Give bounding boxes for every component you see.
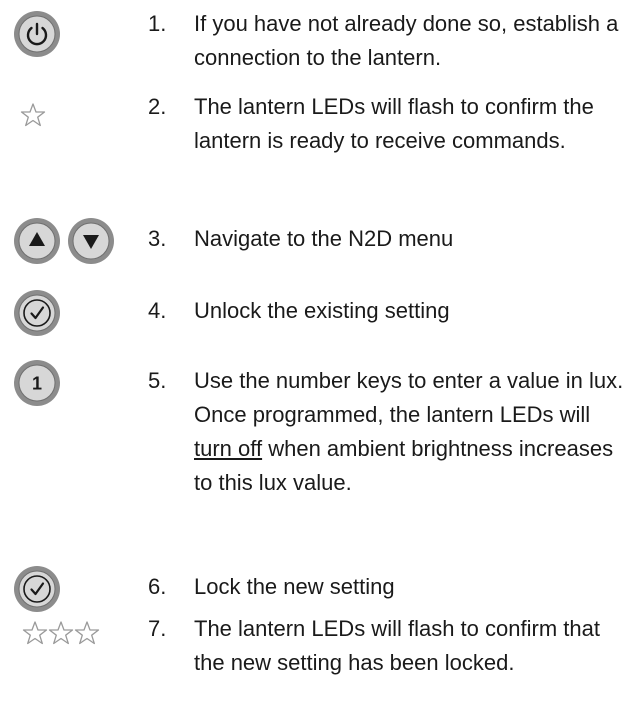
- single-star-icon: [20, 103, 46, 127]
- check-button-icon: [14, 566, 60, 612]
- key-label: 1: [32, 374, 42, 394]
- up-arrow-button-icon: [14, 218, 60, 264]
- step-text: Lock the new setting: [194, 574, 395, 599]
- step-number: 7.: [148, 616, 167, 641]
- step-text: If you have not already done so, establi…: [194, 11, 619, 70]
- step-7: 7. The lantern LEDs will flash to confir…: [0, 612, 640, 714]
- step-3: 3. Navigate to the N2D menu: [0, 218, 640, 264]
- power-button-icon: [14, 11, 60, 57]
- step-number: 4.: [148, 298, 167, 323]
- step-4: 4. Unlock the existing setting: [0, 290, 640, 336]
- step-text: Unlock the existing setting: [194, 298, 450, 323]
- down-arrow-button-icon: [68, 218, 114, 264]
- step-number: 5.: [148, 368, 167, 393]
- step-6: 6. Lock the new setting: [0, 566, 640, 612]
- step-number: 6.: [148, 574, 167, 599]
- step-text: Use the number keys to enter a value in …: [194, 364, 634, 500]
- number-one-button-icon: 1: [14, 360, 60, 406]
- step-text: The lantern LEDs will flash to confirm t…: [194, 94, 594, 153]
- step-number: 2.: [148, 94, 167, 119]
- step-2: 2. The lantern LEDs will flash to confir…: [0, 90, 640, 194]
- step-text: Navigate to the N2D menu: [194, 226, 454, 251]
- step-text: The lantern LEDs will flash to confirm t…: [194, 616, 600, 675]
- step-text-underlined: turn off: [194, 436, 263, 461]
- step-5: 1 5. Use the number keys to enter a valu…: [0, 360, 640, 534]
- check-button-icon: [14, 290, 60, 336]
- step-number: 1.: [148, 11, 167, 36]
- step-text-start: Use the number keys to enter a value in …: [194, 368, 624, 427]
- step-number: 3.: [148, 226, 167, 251]
- step-1: 1. If you have not already done so, esta…: [0, 7, 640, 77]
- three-stars-icon: [22, 621, 100, 645]
